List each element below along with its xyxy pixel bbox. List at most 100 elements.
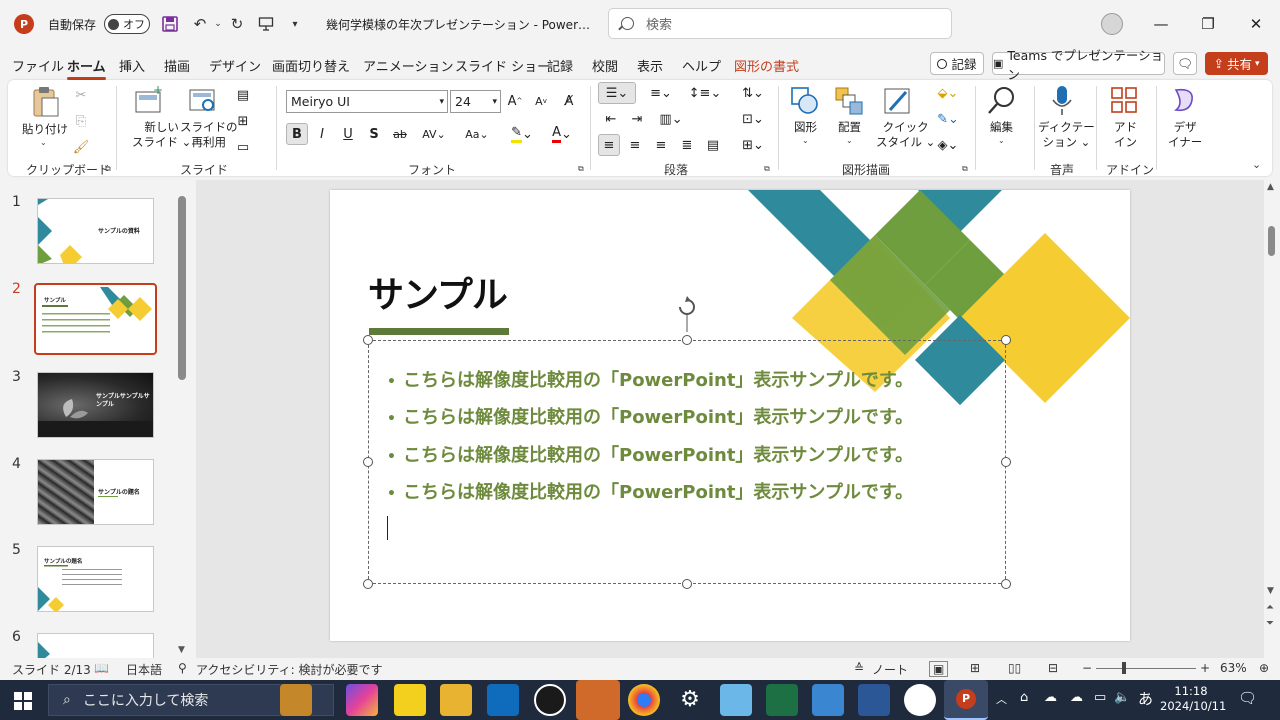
edit-dropdown-icon[interactable]: ⌄ — [998, 136, 1005, 145]
tray-expand-icon[interactable]: ︿ — [996, 691, 1007, 707]
resize-handle[interactable] — [363, 579, 373, 589]
copilot-icon[interactable] — [346, 684, 378, 716]
bullet-item[interactable]: • こちらは解像度比較用の「PowerPoint」表示サンプルです。 — [387, 478, 913, 504]
font-name-dropdown-icon[interactable]: ▾ — [439, 97, 444, 107]
network-icon[interactable]: ▭ — [1094, 690, 1106, 705]
resize-handle[interactable] — [682, 579, 692, 589]
zoom-in-icon[interactable]: + — [1200, 661, 1210, 675]
redo-icon[interactable]: ↻ — [226, 12, 248, 36]
shapes-icon[interactable] — [790, 86, 820, 119]
thumbnail-scrollbar[interactable] — [178, 196, 186, 380]
rotate-handle-icon[interactable] — [676, 296, 698, 332]
decrease-font-icon[interactable]: Av — [530, 90, 552, 112]
notes-icon[interactable]: ≙ — [854, 661, 864, 675]
work-folder-icon[interactable] — [280, 684, 312, 716]
change-case-icon[interactable]: Aa⌄ — [460, 123, 494, 145]
tab-transitions[interactable]: 画面切り替え — [272, 56, 350, 75]
find-icon[interactable] — [986, 84, 1018, 119]
slide-thumbnail-2[interactable]: サンプル — [34, 283, 157, 355]
new-slide-icon[interactable]: + — [134, 83, 164, 119]
volume-icon[interactable]: 🔈 — [1114, 690, 1130, 705]
comments-icon[interactable]: 🗨 — [1173, 52, 1197, 75]
shapes-label[interactable]: 図形 — [794, 120, 817, 135]
taskbar-clock[interactable]: 11:18 2024/10/11 — [1160, 684, 1226, 714]
resize-handle[interactable] — [682, 335, 692, 345]
increase-font-icon[interactable]: A ^ — [504, 90, 526, 112]
resize-handle[interactable] — [1001, 457, 1011, 467]
save-icon[interactable] — [159, 12, 181, 36]
notes-button[interactable]: ノート — [872, 661, 908, 678]
arrange-dropdown-icon[interactable]: ⌄ — [846, 136, 853, 145]
smartart-icon[interactable]: ⊞⌄ — [734, 134, 772, 156]
slide-thumbnail-4[interactable]: サンプルの題名 — [37, 459, 154, 525]
shadow-icon[interactable]: S — [363, 123, 385, 145]
paragraph-launcher-icon[interactable]: ⧉ — [764, 164, 770, 174]
tab-draw[interactable]: 描画 — [164, 56, 190, 75]
strikethrough-icon[interactable]: ab — [389, 123, 411, 145]
tab-record[interactable]: 記録 — [547, 56, 573, 75]
format-painter-icon[interactable]: 🖌 — [70, 136, 92, 158]
text-direction-icon[interactable]: ⇅⌄ — [734, 82, 772, 104]
align-left-icon[interactable]: ≡ — [598, 134, 620, 156]
highlight-icon[interactable]: ✎ ⌄ — [505, 123, 539, 145]
justify-icon[interactable]: ≣ — [676, 134, 698, 156]
bullets-icon[interactable]: ☰⌄ — [598, 82, 636, 104]
paste-dropdown-icon[interactable]: ⌄ — [40, 138, 47, 147]
copy-icon[interactable]: ⎘ — [70, 110, 92, 132]
ime-indicator[interactable]: あ — [1138, 688, 1153, 709]
tab-review[interactable]: 校閲 — [592, 56, 618, 75]
resize-handle[interactable] — [363, 335, 373, 345]
previous-slide-icon[interactable]: ⏶ — [1266, 602, 1274, 613]
font-color-icon[interactable]: A ⌄ — [545, 123, 579, 145]
slide-thumbnail-3[interactable]: サンプルサンプルサンプル — [37, 372, 154, 438]
slide-thumbnail-1[interactable]: サンプルの資料 — [37, 198, 154, 264]
zoom-level[interactable]: 63% — [1220, 661, 1247, 675]
slide-title[interactable]: サンプル — [368, 266, 508, 318]
designer-label[interactable]: デザ イナー — [1168, 120, 1202, 150]
canvas-scroll-thumb[interactable] — [1268, 226, 1275, 256]
present-from-start-icon[interactable] — [255, 12, 277, 36]
addins-icon[interactable] — [1110, 86, 1138, 117]
paste-label[interactable]: 貼り付け — [22, 122, 68, 137]
section-icon[interactable]: ▭ — [232, 136, 254, 158]
distributed-icon[interactable]: ▤ — [702, 134, 724, 156]
outlook-icon[interactable] — [487, 684, 519, 716]
share-button[interactable]: ⇪ 共有 ▾ — [1205, 52, 1268, 75]
addins-label[interactable]: アド イン — [1114, 120, 1137, 150]
slide-sorter-icon[interactable]: ⊞ — [970, 661, 980, 675]
microphone-icon[interactable] — [1050, 84, 1074, 121]
quick-styles-icon[interactable] — [882, 86, 912, 119]
app-icon[interactable] — [720, 684, 752, 716]
scroll-up-icon[interactable]: ▲ — [1267, 182, 1274, 192]
resize-handle[interactable] — [1001, 579, 1011, 589]
windows-start-icon[interactable] — [14, 692, 32, 710]
italic-icon[interactable]: I — [311, 123, 333, 145]
quick-styles-label[interactable]: クイック スタイル ⌄ — [876, 120, 935, 150]
slideshow-view-icon[interactable]: ⊟ — [1048, 661, 1058, 675]
bold-icon[interactable]: B — [286, 123, 308, 145]
shapes-dropdown-icon[interactable]: ⌄ — [802, 136, 809, 145]
shape-outline-icon[interactable]: ✎⌄ — [930, 108, 966, 130]
align-text-icon[interactable]: ⊡⌄ — [734, 108, 772, 130]
font-size-box[interactable]: 24 ▾ — [450, 90, 501, 113]
teams-present-button[interactable]: ▣ Teams でプレゼンテーション — [992, 48, 1165, 82]
tab-shape-format[interactable]: 図形の書式 — [734, 56, 799, 75]
resize-handle[interactable] — [1001, 335, 1011, 345]
scroll-down-icon[interactable]: ▼ — [1267, 586, 1274, 596]
character-spacing-icon[interactable]: AV⌄ — [417, 123, 451, 145]
account-avatar[interactable] — [1101, 13, 1123, 35]
chrome-icon[interactable] — [628, 684, 660, 716]
edge-icon[interactable] — [576, 680, 620, 720]
bullet-item[interactable]: • こちらは解像度比較用の「PowerPoint」表示サンプルです。 — [387, 366, 913, 392]
search-box[interactable]: 検索 — [608, 8, 952, 39]
settings-gear-icon[interactable]: ⚙ — [674, 684, 706, 716]
sticky-notes-icon[interactable] — [394, 684, 426, 716]
thumbnail-scroll-down-icon[interactable]: ▼ — [178, 645, 185, 655]
tab-file[interactable]: ファイル — [12, 56, 64, 75]
line-spacing-icon[interactable]: ↕≡⌄ — [686, 82, 724, 104]
reading-view-icon[interactable]: ▯▯ — [1008, 661, 1021, 675]
slide-canvas[interactable]: サンプル • こちらは解像度比較用の「PowerPoint」表示サンプルです。 •… — [330, 190, 1130, 641]
minimize-icon[interactable]: — — [1146, 10, 1176, 38]
tab-help[interactable]: ヘルプ — [682, 56, 721, 75]
resize-handle[interactable] — [363, 457, 373, 467]
